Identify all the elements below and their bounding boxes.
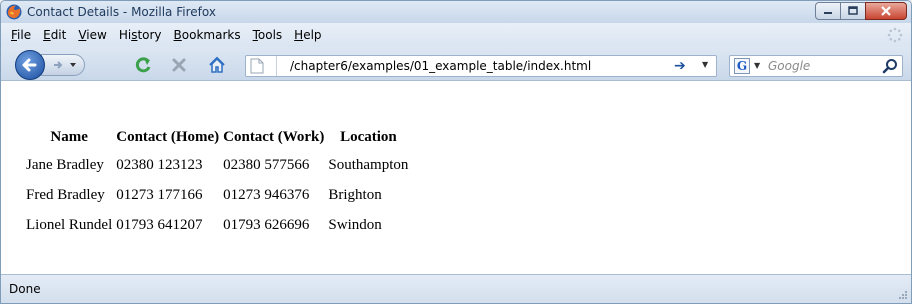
menu-tools-rest: ools [257,28,283,42]
browser-window: Contact Details - Mozilla Firefox File E… [0,0,912,304]
menu-bookmarks[interactable]: Bookmarks [170,28,245,42]
menu-bookmarks-rest: ookmarks [181,28,241,42]
cell-name: Lionel Rundel [26,216,113,233]
table-row: Fred Bradley 01273 177166 01273 946376 B… [25,181,409,209]
contact-table: Name Contact (Home) Contact (Work) Locat… [23,123,411,241]
minimize-icon [824,12,832,14]
window-controls [815,2,907,20]
status-bar: Done [1,274,911,303]
page-icon [250,58,264,74]
cell-name: Fred Bradley [26,186,105,203]
window-title: Contact Details - Mozilla Firefox [27,5,216,19]
cell-contact-work: 01793 626696 [223,216,310,233]
column-header-name: Name [50,128,88,145]
close-icon [881,6,891,16]
column-header-location: Location [340,128,397,145]
cell-contact-home: 02380 123123 [116,156,203,173]
status-text: Done [9,282,41,296]
cell-contact-home: 01793 641207 [116,216,203,233]
menu-file-rest: ile [17,28,32,42]
reload-button[interactable] [133,55,153,75]
forward-dropdown-icon[interactable] [70,62,76,68]
google-icon[interactable]: G [734,58,750,74]
stop-button[interactable] [169,55,189,75]
forward-button[interactable] [41,54,85,76]
cell-contact-work: 02380 577566 [223,156,310,173]
maximize-icon [848,6,858,15]
firefox-icon [6,4,22,20]
go-arrow-icon[interactable]: ➔ [674,58,686,74]
menu-help-accel: H [294,28,304,42]
cell-location: Swindon [328,216,382,233]
menu-bookmarks-accel: B [173,28,182,42]
menu-edit-accel: E [43,28,51,42]
menu-file[interactable]: File [7,28,35,42]
url-separator [276,56,277,76]
resize-grip-icon[interactable] [898,290,908,300]
page-content: Name Contact (Home) Contact (Work) Locat… [1,81,911,274]
table-row: Lionel Rundel 01793 641207 01793 626696 … [25,211,409,239]
column-header-contact-home: Contact (Home) [116,128,220,145]
reload-icon [135,57,151,73]
menu-help[interactable]: Help [290,28,325,42]
cell-location: Southampton [328,156,409,173]
menu-tools[interactable]: Tools [249,28,287,42]
throbber-icon [887,27,903,43]
cell-contact-work: 01273 946376 [223,186,310,203]
stop-icon [172,58,186,72]
cell-contact-home: 01273 177166 [116,186,203,203]
address-bar[interactable]: /chapter6/examples/01_example_table/inde… [245,55,717,77]
menu-bar: File Edit View History Bookmarks Tools H… [1,23,911,47]
menu-history-rest: tory [137,28,162,42]
back-arrow-icon [22,58,37,72]
maximize-button[interactable] [840,2,866,20]
menu-edit[interactable]: Edit [39,28,70,42]
url-dropdown-icon[interactable]: ▼ [702,60,708,69]
back-button[interactable] [15,50,45,80]
column-header-contact-work: Contact (Work) [223,128,325,145]
title-bar: Contact Details - Mozilla Firefox [1,1,911,23]
menu-view-rest: iew [86,28,107,42]
minimize-button[interactable] [815,2,841,20]
search-icon[interactable] [882,58,898,74]
search-input[interactable]: Google [768,59,810,73]
table-header-row: Name Contact (Home) Contact (Work) Locat… [25,125,409,149]
menu-view[interactable]: View [74,28,110,42]
engine-dropdown-icon[interactable]: ▼ [754,61,760,70]
home-button[interactable] [207,55,227,75]
forward-arrow-icon [54,61,63,69]
cell-name: Jane Bradley [26,156,104,173]
url-text[interactable]: /chapter6/examples/01_example_table/inde… [290,59,591,73]
close-button[interactable] [865,2,907,20]
menu-edit-rest: dit [50,28,67,42]
cell-location: Brighton [328,186,382,203]
search-bar[interactable]: G ▼ Google [729,55,903,77]
home-icon [209,56,225,73]
menu-history-pre: Hi [118,28,132,42]
menu-history[interactable]: History [115,28,166,42]
navigation-toolbar: /chapter6/examples/01_example_table/inde… [1,47,911,81]
table-row: Jane Bradley 02380 123123 02380 577566 S… [25,151,409,179]
menu-help-rest: elp [303,28,322,42]
